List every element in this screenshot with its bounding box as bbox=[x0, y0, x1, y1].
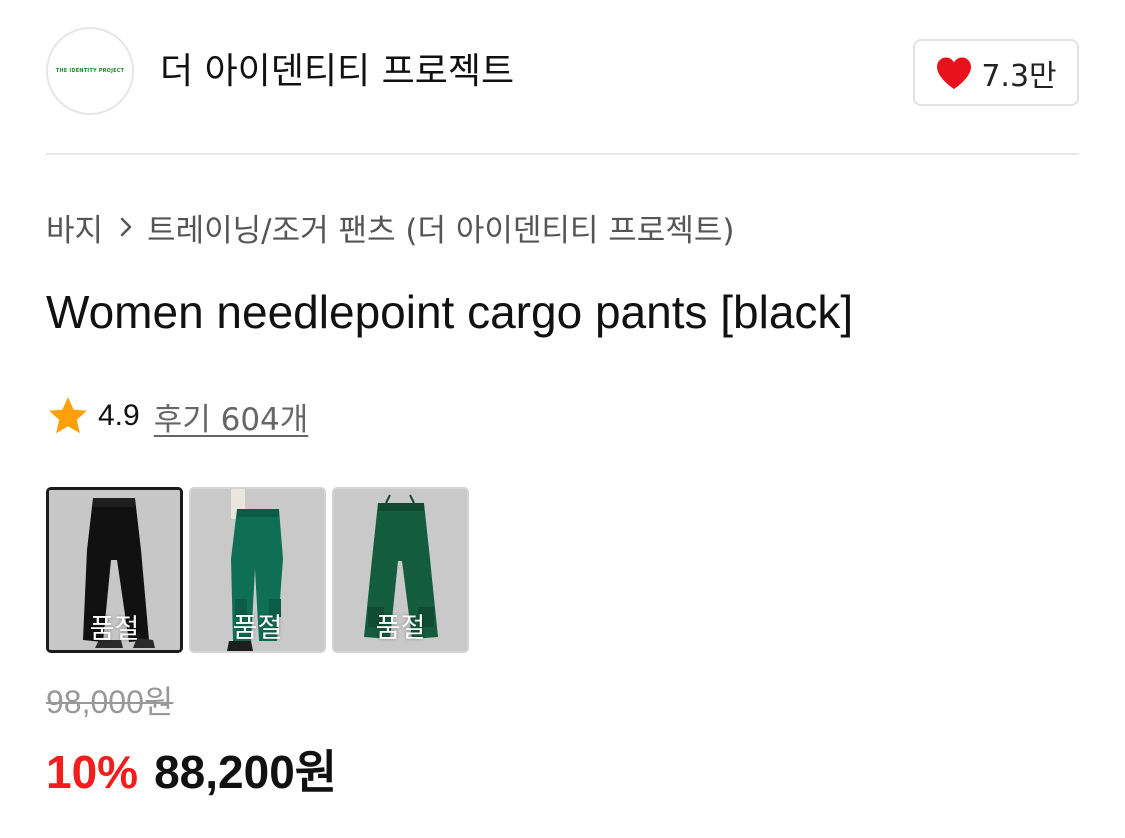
original-price: 98,000원 bbox=[46, 684, 174, 720]
sale-price: 88,200원 bbox=[154, 746, 338, 798]
sold-out-label: 품절 bbox=[375, 613, 426, 644]
brand-name[interactable]: 더 아이덴티티 프로젝트 bbox=[160, 46, 514, 98]
heart-icon bbox=[935, 56, 973, 90]
discount-rate: 10% bbox=[46, 746, 139, 798]
color-option-dark-green[interactable]: 품절 bbox=[332, 487, 469, 653]
product-title: Women needlepoint cargo pants [black] bbox=[46, 286, 854, 338]
rating-row: 4.9 후기 604개 bbox=[46, 392, 308, 440]
breadcrumb-subcategory[interactable]: 트레이닝/조거 팬츠 (더 아이덴티티 프로젝트) bbox=[147, 205, 734, 250]
color-option-green[interactable]: 품절 bbox=[189, 487, 326, 653]
brand-logo-text: THE IDENTITY PROJECT bbox=[55, 68, 125, 74]
chevron-right-icon bbox=[119, 216, 133, 238]
review-link[interactable]: 후기 604개 bbox=[154, 394, 309, 439]
price-row: 10% 88,200원 bbox=[46, 736, 337, 802]
color-option-black[interactable]: 품절 bbox=[46, 487, 183, 653]
sold-out-label: 품절 bbox=[232, 613, 283, 644]
breadcrumb-category[interactable]: 바지 bbox=[46, 205, 103, 250]
like-count: 7.3만 bbox=[981, 58, 1057, 94]
color-options: 품절 품절 품절 bbox=[46, 487, 469, 653]
like-button[interactable]: 7.3만 bbox=[913, 39, 1079, 106]
breadcrumb: 바지 트레이닝/조거 팬츠 (더 아이덴티티 프로젝트) bbox=[46, 202, 734, 252]
header-divider bbox=[46, 153, 1079, 155]
star-icon bbox=[46, 395, 90, 437]
rating-score: 4.9 bbox=[98, 399, 140, 432]
brand-logo[interactable]: THE IDENTITY PROJECT bbox=[46, 27, 134, 115]
sold-out-label: 품절 bbox=[89, 614, 140, 645]
